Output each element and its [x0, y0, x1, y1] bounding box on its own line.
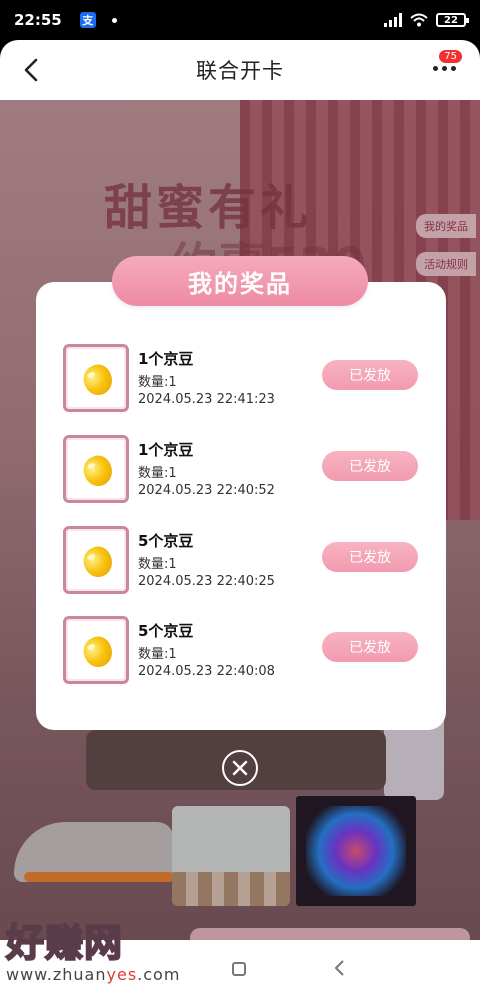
site-watermark: 好赚网 www.zhuanyes.com	[5, 912, 180, 984]
watermark-url-suffix: .com	[137, 965, 181, 984]
wifi-icon	[410, 13, 428, 27]
prize-name: 1个京豆	[138, 350, 194, 368]
prize-quantity: 数量:1	[138, 466, 177, 481]
app-header: 联合开卡 75	[0, 40, 480, 100]
alipay-icon: 支	[79, 12, 96, 28]
prize-name: 1个京豆	[138, 441, 194, 459]
watermark-url-highlight: yes	[106, 965, 138, 984]
modal-title: 我的奖品	[112, 256, 368, 306]
jd-bean-icon	[78, 542, 118, 582]
status-icons: 22	[384, 13, 469, 27]
prize-row: 5个京豆 数量:1 2024.05.23 22:40:08 已发放	[36, 616, 446, 686]
prize-name: 5个京豆	[138, 532, 194, 550]
home-nav-icon[interactable]	[232, 962, 246, 976]
more-options-icon[interactable]	[433, 66, 456, 71]
prize-quantity: 数量:1	[138, 375, 177, 390]
jd-bean-icon	[78, 360, 118, 400]
my-prizes-modal: 1个京豆 数量:1 2024.05.23 22:41:23 已发放 1个京豆 数…	[36, 282, 446, 730]
prize-row: 5个京豆 数量:1 2024.05.23 22:40:25 已发放	[36, 526, 446, 596]
prize-name: 5个京豆	[138, 622, 194, 640]
notification-dot-icon	[111, 17, 117, 23]
watermark-url-prefix: www.zhuan	[6, 965, 107, 984]
prize-row: 1个京豆 数量:1 2024.05.23 22:40:52 已发放	[36, 435, 446, 505]
close-icon	[232, 760, 248, 776]
prize-time: 2024.05.23 22:40:25	[138, 574, 275, 589]
watermark-text: 好赚网	[5, 920, 124, 966]
back-arrow-icon[interactable]	[20, 56, 44, 84]
prize-time: 2024.05.23 22:40:08	[138, 664, 275, 679]
prize-thumbnail	[63, 616, 129, 684]
clock: 22:55	[14, 11, 62, 29]
prize-row: 1个京豆 数量:1 2024.05.23 22:41:23 已发放	[36, 344, 446, 414]
prize-time: 2024.05.23 22:41:23	[138, 392, 275, 407]
watermark-url: www.zhuanyes.com	[6, 965, 180, 984]
back-nav-icon[interactable]	[332, 958, 346, 978]
prize-time: 2024.05.23 22:40:52	[138, 483, 275, 498]
prize-thumbnail	[63, 344, 129, 412]
status-bar: 22:55 支 22	[0, 0, 480, 40]
issued-status-button[interactable]: 已发放	[322, 451, 418, 481]
issued-status-button[interactable]: 已发放	[322, 632, 418, 662]
battery-icon: 22	[436, 13, 469, 27]
page-title: 联合开卡	[196, 59, 284, 83]
prize-quantity: 数量:1	[138, 557, 177, 572]
notification-badge: 75	[439, 50, 462, 63]
jd-bean-icon	[78, 451, 118, 491]
prize-thumbnail	[63, 526, 129, 594]
issued-status-button[interactable]: 已发放	[322, 360, 418, 390]
jd-bean-icon	[78, 632, 118, 672]
prize-quantity: 数量:1	[138, 647, 177, 662]
signal-icon	[384, 13, 402, 27]
close-modal-button[interactable]	[222, 750, 258, 786]
issued-status-button[interactable]: 已发放	[322, 542, 418, 572]
prize-thumbnail	[63, 435, 129, 503]
